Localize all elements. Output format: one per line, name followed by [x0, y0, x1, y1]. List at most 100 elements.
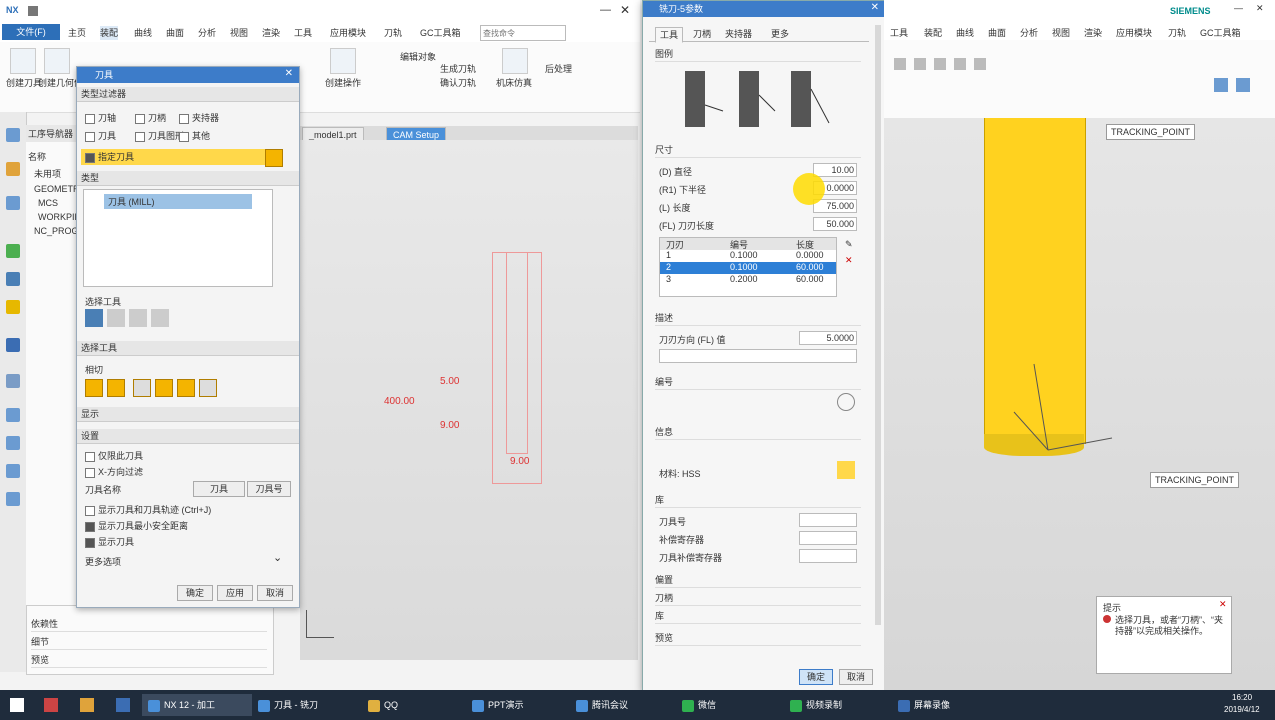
list-item[interactable]: 刀具 (MILL): [104, 194, 252, 209]
nav-tree-item[interactable]: MCS: [26, 196, 80, 210]
adjust-register-field[interactable]: [799, 531, 857, 545]
tab-shank[interactable]: 刀柄: [693, 27, 711, 41]
ribbon-label[interactable]: 编辑对象: [400, 50, 436, 63]
tool-icon[interactable]: [85, 379, 103, 397]
toolbar-icon[interactable]: [914, 58, 926, 70]
close-icon[interactable]: ✕: [285, 68, 293, 79]
taskbar-item[interactable]: 微信: [676, 694, 786, 716]
menu-item[interactable]: 曲线: [956, 26, 974, 39]
roles-icon[interactable]: [6, 338, 20, 352]
cancel-button[interactable]: 取消: [839, 669, 873, 685]
option-item[interactable]: 显示刀具和刀具轨迹 (Ctrl+J): [85, 503, 211, 516]
assembly-icon[interactable]: [6, 196, 20, 210]
right-graphics-window[interactable]: TRACKING_POINT TRACKING_POINT 提示 ✕ 选择刀具，…: [884, 118, 1275, 690]
menu-item[interactable]: 分析: [1020, 26, 1038, 39]
menu-item[interactable]: 刀轨: [384, 26, 402, 40]
save-icon[interactable]: [28, 6, 38, 16]
section-selection-tools[interactable]: 选择工具: [77, 341, 299, 356]
menu-item[interactable]: 曲面: [988, 26, 1006, 39]
tool-tree-icon[interactable]: [129, 309, 147, 327]
taskbar-item[interactable]: 刀具 - 铣刀: [252, 694, 362, 716]
section-display[interactable]: 显示: [77, 407, 299, 422]
panel-row[interactable]: 细节: [31, 636, 267, 650]
section-type[interactable]: 类型: [77, 171, 299, 186]
menu-item[interactable]: 装配: [924, 26, 942, 39]
part-icon[interactable]: [6, 162, 20, 176]
table-row[interactable]: 2 0.1000 60.000: [660, 262, 836, 274]
panel-row[interactable]: 预览: [31, 654, 267, 668]
section-settings[interactable]: 设置: [77, 429, 299, 444]
cutcom-register-field[interactable]: [799, 549, 857, 563]
ribbon-label[interactable]: 生成刀轨: [440, 62, 476, 75]
tool-filter-icon[interactable]: [151, 309, 169, 327]
section-numbers[interactable]: 编号: [655, 375, 861, 390]
option-item[interactable]: X-方向过滤: [85, 465, 143, 478]
specify-tool-row[interactable]: 指定刀具: [81, 149, 267, 165]
web-icon[interactable]: [6, 408, 20, 422]
add-icon[interactable]: [837, 393, 855, 411]
diameter-field[interactable]: 10.00: [813, 163, 857, 177]
tool-list-icon[interactable]: [107, 309, 125, 327]
taskbar-item[interactable]: 视频录制: [784, 694, 894, 716]
view-icon[interactable]: [1236, 78, 1250, 92]
nav-tree-item[interactable]: 未用项: [26, 165, 80, 182]
toolbar-icon[interactable]: [954, 58, 966, 70]
delete-row-icon[interactable]: ✕: [845, 255, 853, 266]
section-info[interactable]: 信息: [655, 425, 861, 440]
taskbar-item[interactable]: NX 12 - 加工: [142, 694, 252, 716]
menu-item[interactable]: 视图: [1052, 26, 1070, 39]
menu-item[interactable]: 渲染: [262, 26, 280, 40]
ok-button[interactable]: 确定: [799, 669, 833, 685]
length-field[interactable]: 75.000: [813, 199, 857, 213]
create-tool-icon[interactable]: [10, 48, 36, 74]
flute-grid[interactable]: 刀刃 编号 长度 1 0.1000 0.0000 2 0.1000 60.000…: [659, 237, 837, 297]
menu-item[interactable]: 曲线: [134, 26, 152, 40]
history-clock-icon[interactable]: [6, 492, 20, 506]
menu-item[interactable]: 工具: [890, 26, 908, 39]
description-field[interactable]: [659, 349, 857, 363]
panel-row[interactable]: 依赖性: [31, 618, 267, 632]
select-tool-icon[interactable]: [265, 149, 283, 167]
minimize-icon[interactable]: —: [600, 4, 611, 16]
dropdown[interactable]: 刀具: [193, 481, 245, 497]
option-item[interactable]: 显示刀具: [85, 535, 134, 548]
magnify-icon[interactable]: [199, 379, 217, 397]
menu-item[interactable]: 工具: [294, 26, 312, 40]
section-shank[interactable]: 刀柄: [655, 591, 861, 606]
left-graphics-window[interactable]: 5.00 400.00 9.00 9.00: [300, 140, 638, 660]
ribbon-label[interactable]: 后处理: [545, 62, 572, 75]
dropdown[interactable]: 刀具号: [247, 481, 291, 497]
settings-icon[interactable]: [6, 374, 20, 388]
close-icon[interactable]: ✕: [1256, 3, 1264, 14]
flute-length-field[interactable]: 50.000: [813, 217, 857, 231]
cancel-button[interactable]: 取消: [257, 585, 293, 601]
windows-start-icon[interactable]: [10, 698, 24, 712]
table-row[interactable]: 1 0.1000 0.0000: [660, 250, 836, 262]
home-icon[interactable]: [6, 436, 20, 450]
ribbon-label[interactable]: 确认刀轨: [440, 76, 476, 89]
menu-item[interactable]: 应用模块: [1116, 26, 1152, 39]
more-options-label[interactable]: 更多选项: [85, 555, 121, 568]
close-icon[interactable]: ✕: [871, 2, 879, 13]
machine-sim-icon[interactable]: [502, 48, 528, 74]
navigator-icon[interactable]: [6, 128, 20, 142]
minimize-icon[interactable]: —: [1234, 3, 1243, 13]
taskbar-item[interactable]: QQ: [362, 694, 468, 716]
section-description[interactable]: 描述: [655, 311, 861, 326]
section-preview[interactable]: 预览: [655, 631, 861, 646]
chevron-down-icon[interactable]: ⌄: [273, 551, 282, 564]
nav-tree-item[interactable]: GEOMETRY: [26, 182, 80, 196]
menu-item[interactable]: 应用模块: [330, 26, 366, 40]
flute-direction-field[interactable]: 5.0000: [799, 331, 857, 345]
toolbar-icon[interactable]: [974, 58, 986, 70]
view-icon[interactable]: [1214, 78, 1228, 92]
add-row-icon[interactable]: ✎: [845, 239, 853, 250]
layer-icon[interactable]: [6, 464, 20, 478]
option-item[interactable]: 仅限此刀具: [85, 449, 143, 462]
shank-icon[interactable]: [133, 379, 151, 397]
taskbar-item[interactable]: PPT演示: [466, 694, 572, 716]
section-offset[interactable]: 偏置: [655, 573, 861, 588]
menu-item[interactable]: GC工具箱: [1200, 26, 1241, 39]
app-icon[interactable]: [116, 698, 130, 712]
dialog-scrollbar[interactable]: [875, 25, 881, 625]
